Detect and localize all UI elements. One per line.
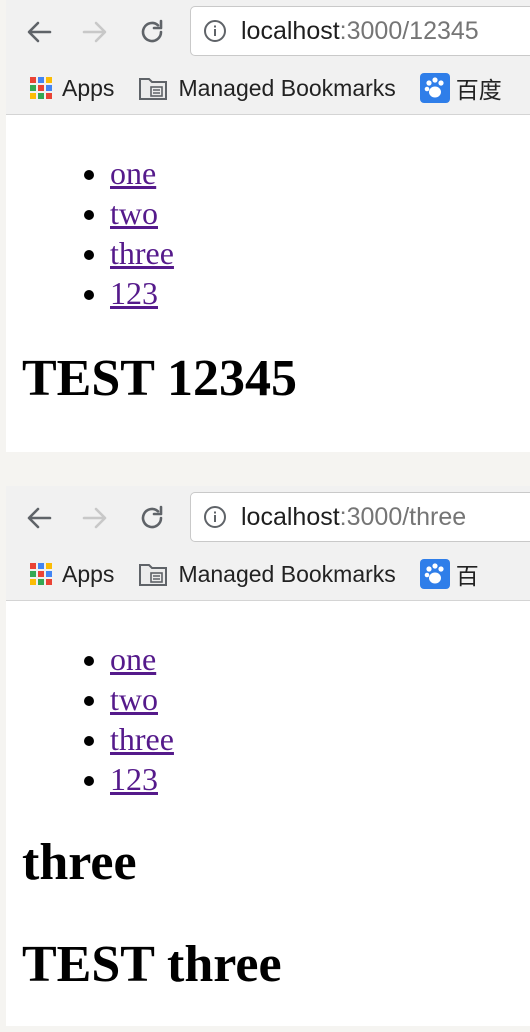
- link-three[interactable]: three: [110, 235, 174, 271]
- page-content: one two three 123 TEST 12345: [6, 115, 530, 409]
- list-item: one: [110, 639, 530, 679]
- browser-window-2: localhost:3000/three Apps Managed Bookma…: [6, 486, 530, 1026]
- link-123[interactable]: 123: [110, 275, 158, 311]
- bookmark-managed-label: Managed Bookmarks: [178, 560, 396, 587]
- browser-window-1: localhost:3000/12345 Apps Managed Bookma…: [6, 0, 530, 452]
- page-content: one two three 123 three TEST three: [6, 601, 530, 995]
- apps-grid-icon: [30, 77, 52, 99]
- reload-button[interactable]: [133, 496, 171, 540]
- list-item: two: [110, 193, 530, 233]
- link-one[interactable]: one: [110, 155, 156, 191]
- link-123[interactable]: 123: [110, 761, 158, 797]
- link-two[interactable]: two: [110, 681, 158, 717]
- info-icon[interactable]: [203, 19, 227, 43]
- back-button[interactable]: [20, 10, 58, 54]
- url-path: :3000/12345: [339, 16, 479, 45]
- nav-link-list: one two three 123: [6, 639, 530, 799]
- address-bar[interactable]: localhost:3000/12345: [190, 6, 530, 56]
- bookmark-apps-label: Apps: [62, 560, 115, 587]
- bookmark-apps-label: Apps: [62, 74, 115, 101]
- url-host: localhost: [241, 16, 340, 45]
- list-item: two: [110, 679, 530, 719]
- url-path: :3000/three: [339, 502, 467, 531]
- list-item: 123: [110, 273, 530, 313]
- apps-grid-icon: [30, 563, 52, 585]
- browser-toolbar: localhost:3000/three Apps Managed Bookma…: [6, 486, 530, 601]
- list-item: one: [110, 153, 530, 193]
- route-heading: three: [22, 834, 137, 891]
- reload-icon: [141, 505, 163, 529]
- link-one[interactable]: one: [110, 641, 156, 677]
- list-item: three: [110, 233, 530, 273]
- browser-toolbar: localhost:3000/12345 Apps Managed Bookma…: [6, 0, 530, 115]
- back-arrow-icon: [27, 21, 52, 43]
- link-three[interactable]: three: [110, 721, 174, 757]
- forward-button[interactable]: [76, 496, 114, 540]
- test-heading: TEST 12345: [22, 350, 298, 407]
- bookmark-apps[interactable]: Apps: [30, 75, 114, 102]
- baidu-paw-icon: [419, 73, 450, 103]
- folder-icon: [139, 564, 168, 586]
- bookmark-managed[interactable]: Managed Bookmarks: [138, 74, 396, 102]
- info-icon[interactable]: [203, 505, 227, 529]
- bookmark-apps[interactable]: Apps: [30, 561, 114, 588]
- list-item: 123: [110, 759, 530, 799]
- bookmark-managed-label: Managed Bookmarks: [178, 74, 396, 101]
- url-host: localhost: [241, 502, 340, 531]
- bookmark-baidu-label: 百: [455, 563, 479, 589]
- test-heading: TEST three: [22, 936, 282, 993]
- reload-icon: [141, 19, 163, 43]
- bookmark-baidu[interactable]: 百度: [419, 71, 502, 105]
- bookmarks-bar: Apps Managed Bookmarks 百: [6, 552, 530, 596]
- bookmarks-bar: Apps Managed Bookmarks 百度: [6, 66, 530, 110]
- baidu-paw-icon: [419, 559, 450, 589]
- bookmark-managed[interactable]: Managed Bookmarks: [138, 560, 396, 588]
- back-arrow-icon: [27, 507, 52, 529]
- back-button[interactable]: [20, 496, 58, 540]
- link-two[interactable]: two: [110, 195, 158, 231]
- reload-button[interactable]: [133, 10, 171, 54]
- forward-button[interactable]: [76, 10, 114, 54]
- address-bar[interactable]: localhost:3000/three: [190, 492, 530, 542]
- forward-arrow-icon: [82, 21, 107, 43]
- folder-icon: [139, 78, 168, 100]
- nav-link-list: one two three 123: [6, 153, 530, 313]
- bookmark-baidu[interactable]: 百: [419, 557, 479, 591]
- bookmark-baidu-label: 百度: [455, 77, 502, 103]
- list-item: three: [110, 719, 530, 759]
- forward-arrow-icon: [82, 507, 107, 529]
